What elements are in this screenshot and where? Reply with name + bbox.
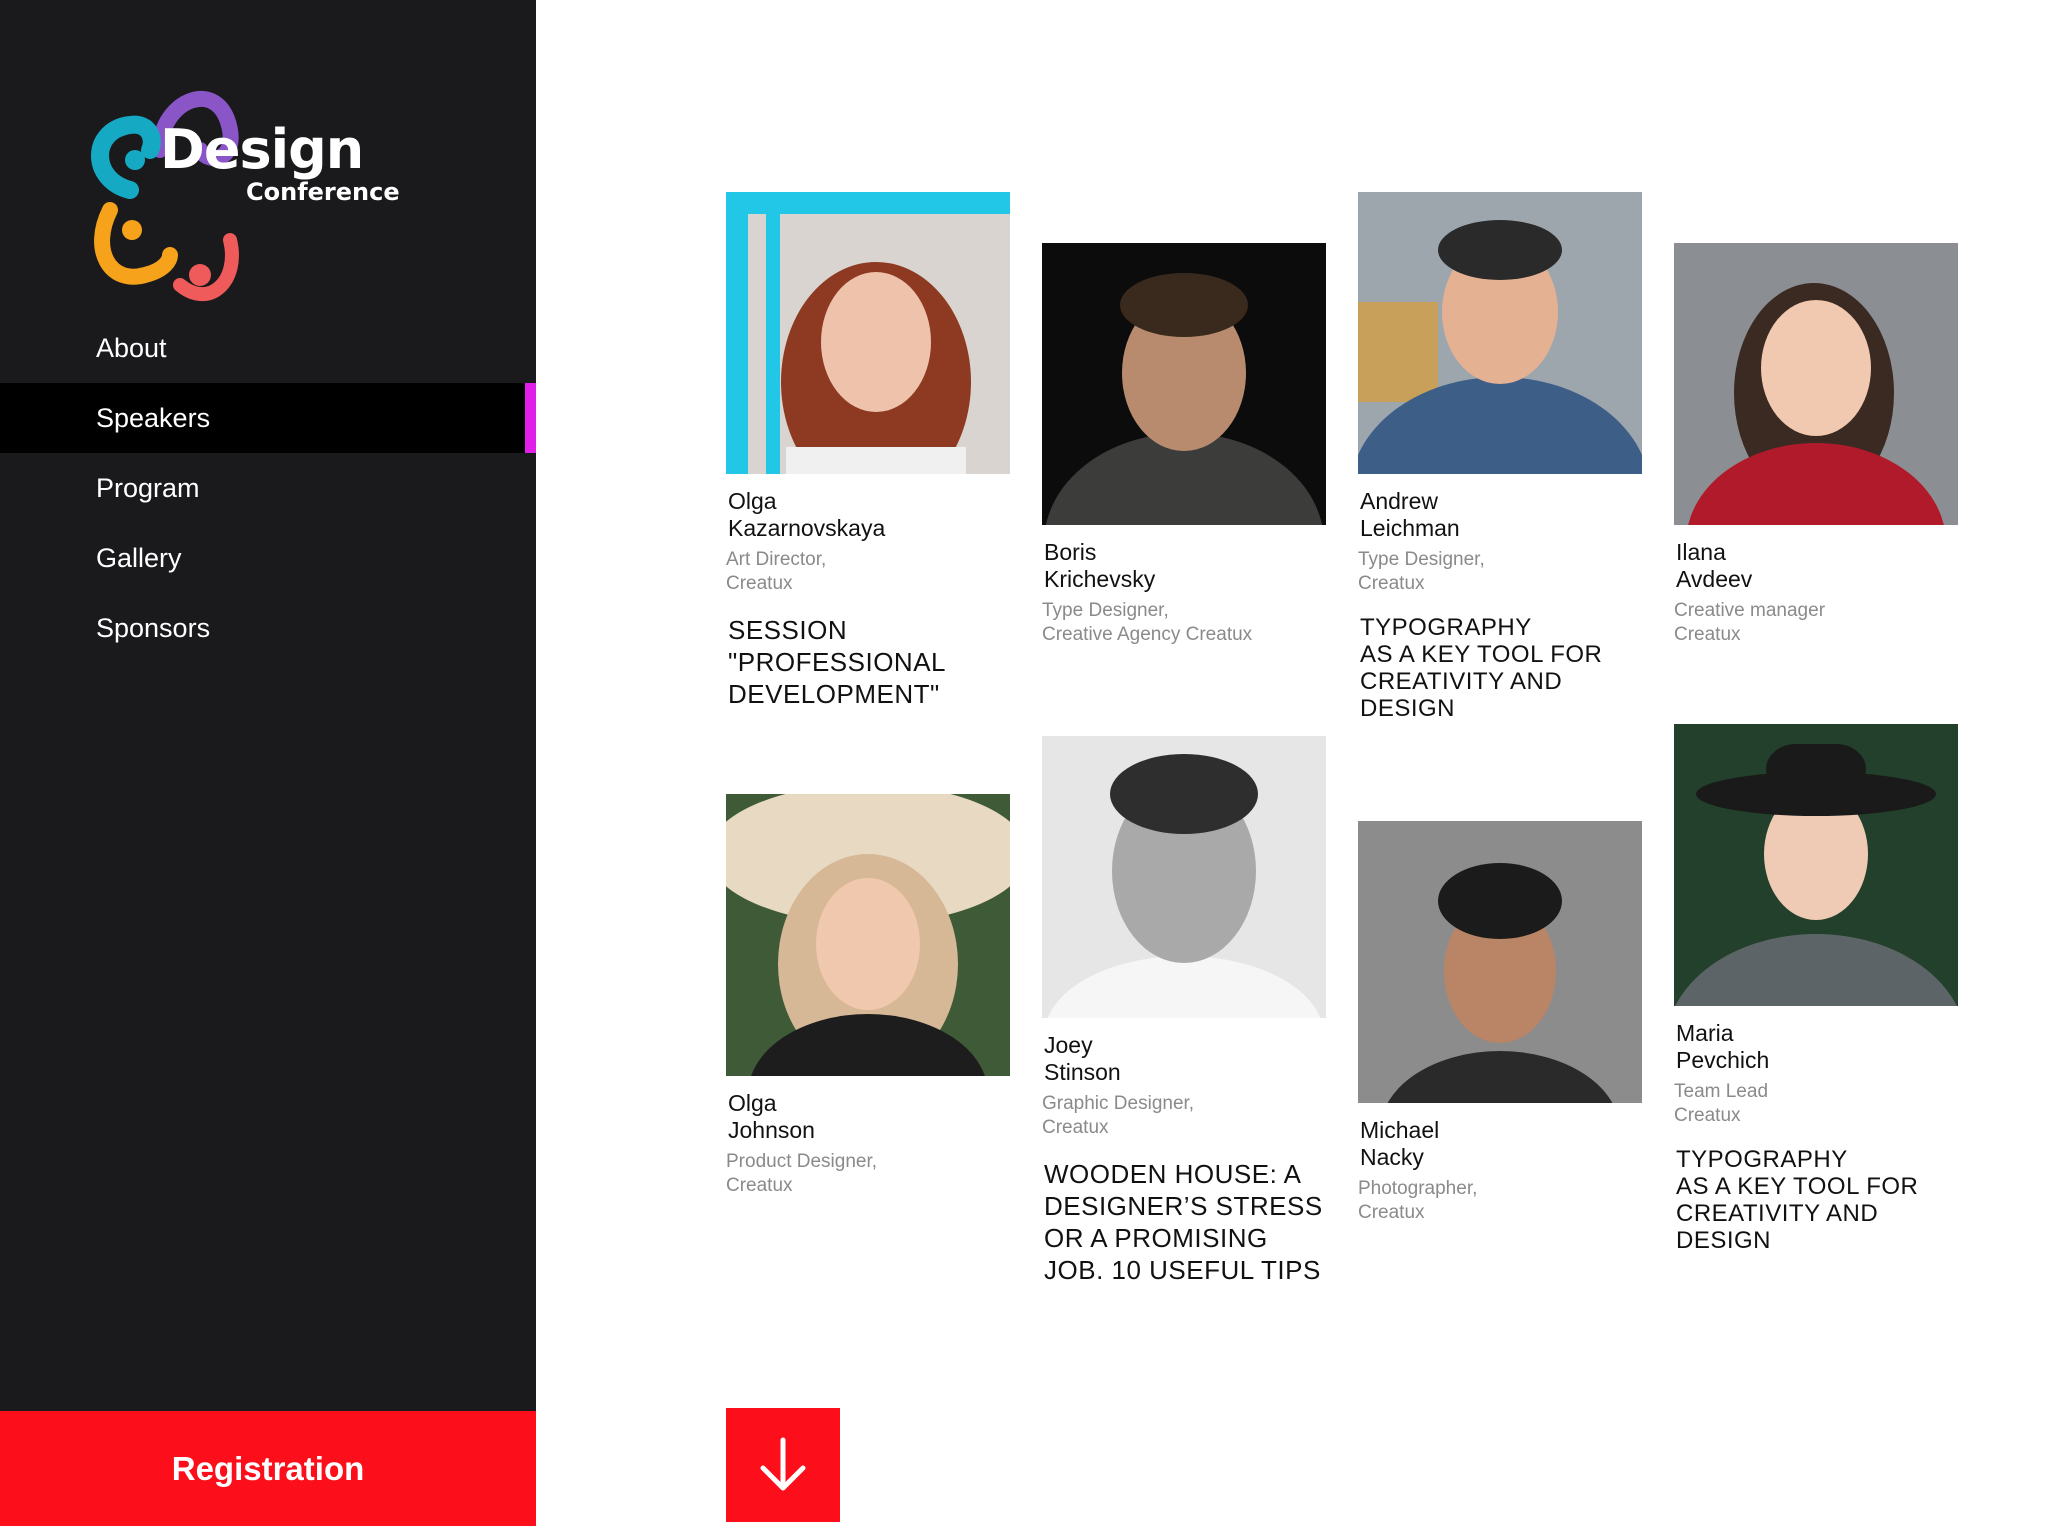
nav-item-about[interactable]: About bbox=[0, 313, 536, 383]
logo[interactable]: Design Conference bbox=[90, 80, 420, 320]
speaker-name: Michael Nacky bbox=[1360, 1117, 1440, 1170]
speaker-role: Creative manager Creatux bbox=[1674, 600, 1826, 645]
speaker-photo[interactable] bbox=[1042, 736, 1326, 1018]
speaker-card[interactable]: Olga Johnson Product Designer, Creatux bbox=[726, 794, 1010, 1198]
speaker-name: Olga Kazarnovskaya bbox=[728, 488, 886, 541]
speaker-talk[interactable]: Wooden house: a designer’s stress or a p… bbox=[1044, 1158, 1326, 1286]
speaker-photo[interactable] bbox=[726, 192, 1010, 474]
speaker-photo[interactable] bbox=[1674, 724, 1958, 1006]
scroll-down-button[interactable] bbox=[726, 1408, 840, 1522]
speaker-card[interactable]: Joey Stinson Graphic Designer, Creatux W… bbox=[1042, 736, 1326, 1286]
arrow-down-icon bbox=[760, 1437, 806, 1491]
speaker-card[interactable]: Michael Nacky Photographer, Creatux bbox=[1358, 821, 1642, 1225]
logo-subtitle: Conference bbox=[246, 178, 400, 206]
nav-item-gallery[interactable]: Gallery bbox=[0, 523, 536, 593]
speaker-name: Andrew Leichman bbox=[1360, 488, 1460, 541]
speaker-card[interactable]: Maria Pevchich Team Lead Creatux Typogra… bbox=[1674, 724, 1958, 1254]
speaker-role: Type Designer, Creatux bbox=[1358, 549, 1485, 594]
speaker-role: Team Lead Creatux bbox=[1674, 1081, 1769, 1126]
speaker-photo[interactable] bbox=[1674, 243, 1958, 525]
speaker-talk[interactable]: Typography as a key tool for creativity … bbox=[1360, 614, 1642, 722]
speaker-talk[interactable]: Typography as a key tool for creativity … bbox=[1676, 1146, 1958, 1254]
speaker-name: Olga Johnson bbox=[728, 1090, 815, 1143]
speaker-role: Type Designer, Creative Agency Creatux bbox=[1042, 600, 1253, 645]
logo-word: Design bbox=[160, 118, 364, 181]
speaker-role: Photographer, Creatux bbox=[1358, 1178, 1478, 1223]
nav-item-sponsors[interactable]: Sponsors bbox=[0, 593, 536, 663]
sidebar: Design Conference About Speakers Program… bbox=[0, 0, 536, 1526]
speaker-photo[interactable] bbox=[726, 794, 1010, 1076]
registration-button[interactable]: Registration bbox=[0, 1411, 536, 1526]
speaker-name: Joey Stinson bbox=[1044, 1032, 1121, 1085]
speaker-card[interactable]: Ilana Avdeev Creative manager Creatux bbox=[1674, 243, 1958, 647]
speaker-role: Product Designer, Creatux bbox=[726, 1151, 878, 1196]
speaker-name: Ilana Avdeev bbox=[1676, 539, 1753, 592]
nav-item-program[interactable]: Program bbox=[0, 453, 536, 523]
nav-item-speakers[interactable]: Speakers bbox=[0, 383, 536, 453]
speaker-role: Art Director, Creatux bbox=[726, 549, 827, 594]
speaker-photo[interactable] bbox=[1042, 243, 1326, 525]
speaker-talk[interactable]: Session "Professional Development" bbox=[728, 614, 1010, 710]
speaker-name: Maria Pevchich bbox=[1676, 1020, 1770, 1073]
speaker-photo[interactable] bbox=[1358, 192, 1642, 474]
speaker-photo[interactable] bbox=[1358, 821, 1642, 1103]
speaker-name: Boris Krichevsky bbox=[1044, 539, 1156, 592]
speaker-card[interactable]: Andrew Leichman Type Designer, Creatux T… bbox=[1358, 192, 1642, 722]
speaker-card[interactable]: Boris Krichevsky Type Designer, Creative… bbox=[1042, 243, 1326, 647]
speaker-card[interactable]: Olga Kazarnovskaya Art Director, Creatux… bbox=[726, 192, 1010, 710]
speaker-role: Graphic Designer, Creatux bbox=[1042, 1093, 1195, 1138]
main-nav: About Speakers Program Gallery Sponsors bbox=[0, 313, 536, 663]
